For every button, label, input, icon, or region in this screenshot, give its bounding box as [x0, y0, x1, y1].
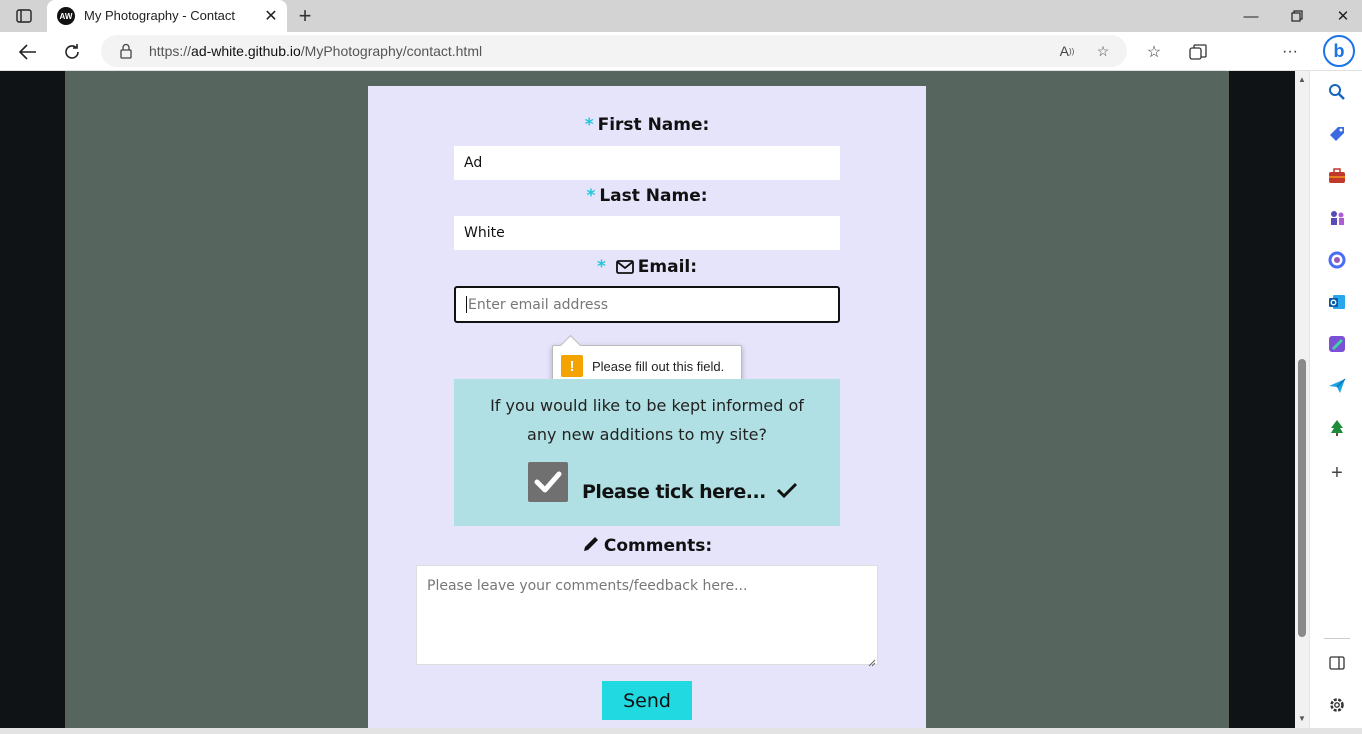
page-viewport: * First Name: Ad * Last Name: White * Emai…	[0, 71, 1295, 728]
games-chess-icon[interactable]	[1325, 206, 1349, 230]
first-name-label-text: First Name:	[597, 115, 710, 135]
restore-icon[interactable]	[1282, 4, 1312, 28]
send-plane-icon[interactable]	[1325, 374, 1349, 398]
comments-label: Comments:	[368, 535, 926, 558]
outlook-icon[interactable]	[1325, 290, 1349, 314]
gear-icon[interactable]	[1325, 693, 1349, 717]
close-tab-icon[interactable]: ✕	[261, 6, 281, 26]
scrollbar-thumb[interactable]	[1298, 359, 1306, 637]
url-path: /MyPhotography/contact.html	[300, 43, 483, 59]
comments-label-text: Comments:	[603, 536, 713, 556]
first-name-label: * First Name:	[368, 115, 926, 135]
last-name-label: * Last Name:	[368, 186, 926, 206]
url-prefix: https://	[149, 43, 192, 59]
required-mark: *	[596, 257, 606, 277]
newsletter-checkbox-label[interactable]: Please tick here...	[582, 481, 798, 503]
tab-title: My Photography - Contact	[84, 8, 236, 23]
address-bar[interactable]: https://ad-white.github.io/MyPhotography…	[101, 35, 1127, 67]
scroll-down-icon[interactable]: ▼	[1297, 713, 1307, 723]
collections-icon[interactable]	[1186, 40, 1210, 64]
scroll-up-icon[interactable]: ▲	[1297, 74, 1307, 84]
minimize-icon[interactable]: —	[1236, 4, 1266, 28]
shopping-tag-icon[interactable]	[1325, 122, 1349, 146]
sidebar-toggle-icon[interactable]	[1325, 651, 1349, 675]
email-label-text: Email:	[637, 257, 698, 277]
last-name-label-text: Last Name:	[599, 186, 708, 206]
newsletter-prompt: If you would like to be kept informed of…	[454, 391, 840, 449]
send-button[interactable]: Send	[602, 681, 692, 720]
email-label: * Email:	[368, 257, 926, 279]
email-input[interactable]: Enter email address	[454, 286, 840, 323]
url-host: ad-white.github.io	[191, 43, 301, 59]
site-favicon: AW	[57, 7, 75, 25]
newsletter-checkbox[interactable]	[528, 462, 568, 502]
page-main-area: * First Name: Ad * Last Name: White * Emai…	[65, 71, 1229, 728]
search-icon[interactable]	[1325, 80, 1349, 104]
more-options-icon[interactable]: ···	[1278, 40, 1302, 64]
read-aloud-icon[interactable]: A))	[1056, 40, 1078, 62]
required-mark: *	[584, 115, 594, 135]
newsletter-prompt-line2: any new additions to my site?	[527, 425, 767, 444]
browser-toolbar: https://ad-white.github.io/MyPhotography…	[0, 32, 1362, 71]
pencil-icon	[582, 535, 600, 558]
add-icon[interactable]: +	[1325, 461, 1349, 485]
email-placeholder: Enter email address	[468, 296, 609, 313]
taskbar-strip	[0, 728, 1362, 734]
newsletter-box: If you would like to be kept informed of…	[454, 379, 840, 526]
browser-tab-active[interactable]: AW My Photography - Contact ✕	[47, 0, 287, 32]
tools-briefcase-icon[interactable]	[1325, 164, 1349, 188]
refresh-icon[interactable]	[60, 40, 84, 64]
edge-sidebar: +	[1309, 71, 1362, 728]
page-scrollbar[interactable]: ▲ ▼	[1295, 71, 1309, 728]
comments-placeholder: Please leave your comments/feedback here…	[427, 578, 748, 594]
lock-icon[interactable]	[119, 43, 133, 59]
bing-chat-icon[interactable]: b	[1323, 35, 1355, 67]
sidebar-divider	[1324, 638, 1350, 639]
required-mark: *	[586, 186, 596, 206]
back-arrow-icon[interactable]	[16, 40, 40, 64]
tree-icon[interactable]	[1325, 416, 1349, 440]
validation-message: Please fill out this field.	[592, 359, 725, 374]
designer-icon[interactable]	[1325, 332, 1349, 356]
envelope-icon	[615, 259, 634, 279]
new-tab-button[interactable]: +	[292, 3, 318, 28]
warning-icon: !	[561, 355, 583, 377]
url-text[interactable]: https://ad-white.github.io/MyPhotography…	[149, 43, 482, 59]
favorites-icon[interactable]: ☆	[1142, 40, 1166, 64]
last-name-input[interactable]: White	[454, 216, 840, 250]
checkmark-icon	[776, 481, 798, 503]
microsoft365-icon[interactable]	[1325, 248, 1349, 272]
text-caret	[466, 296, 467, 313]
contact-form-card: * First Name: Ad * Last Name: White * Emai…	[368, 86, 926, 728]
tab-actions-icon[interactable]	[12, 6, 36, 26]
resize-handle-icon[interactable]	[868, 655, 876, 667]
checkbox-label-text: Please tick here...	[582, 481, 766, 503]
close-window-icon[interactable]: ✕	[1328, 4, 1358, 28]
comments-textarea[interactable]: Please leave your comments/feedback here…	[416, 565, 878, 667]
browser-title-bar: AW My Photography - Contact ✕ + — ✕	[0, 0, 1362, 32]
newsletter-prompt-line1: If you would like to be kept informed of	[490, 396, 804, 415]
first-name-input[interactable]: Ad	[454, 146, 840, 180]
add-favorite-icon[interactable]: ☆	[1092, 40, 1114, 62]
